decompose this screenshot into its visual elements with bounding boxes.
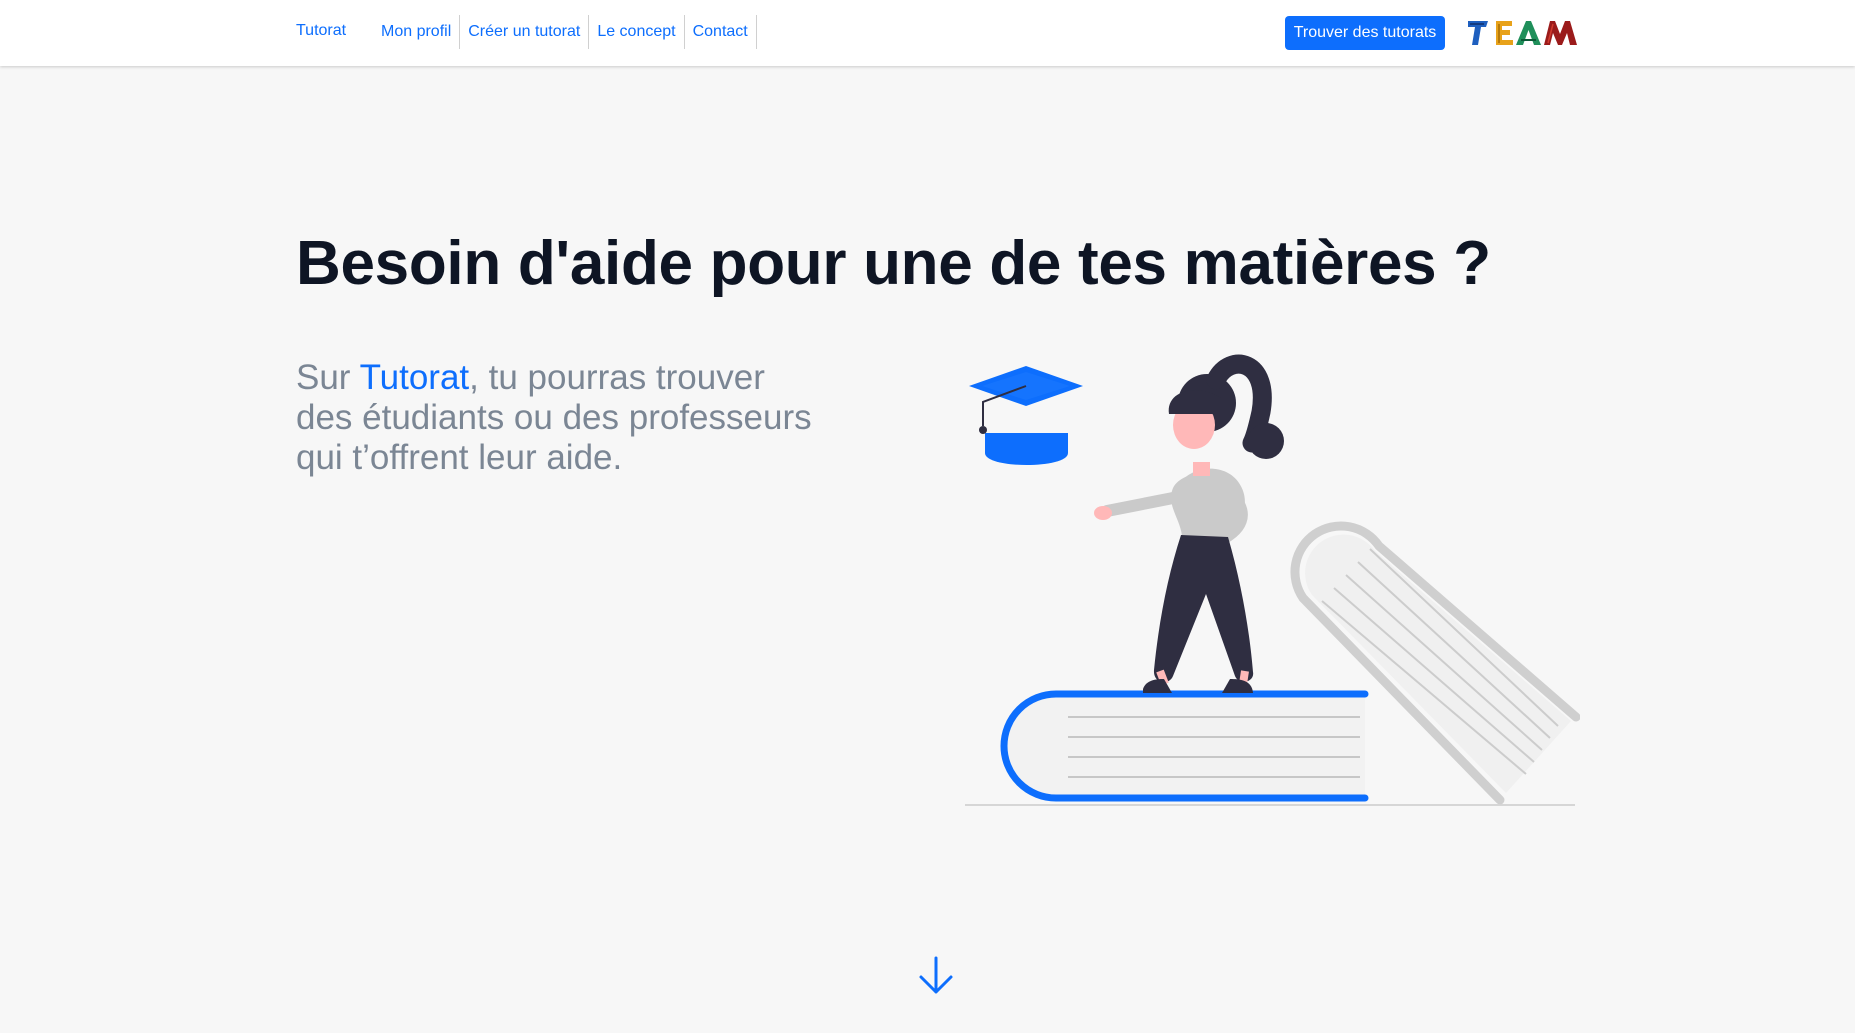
hero-text-brand: Tutorat bbox=[359, 358, 470, 397]
arrow-down-icon[interactable] bbox=[916, 955, 956, 997]
nav-link-le-concept[interactable]: Le concept bbox=[589, 15, 685, 49]
find-tutorats-button[interactable]: Trouver des tutorats bbox=[1285, 16, 1445, 50]
blue-book bbox=[1000, 690, 1369, 802]
graduation-cap-icon bbox=[969, 366, 1083, 465]
student-figure bbox=[1094, 354, 1284, 693]
hero-description: Sur Tutorat, tu pourras trouver des étud… bbox=[296, 358, 816, 478]
nav-link-creer-tutorat[interactable]: Créer un tutorat bbox=[460, 15, 590, 49]
nav-links: Mon profil Créer un tutorat Le concept C… bbox=[373, 15, 757, 49]
hero-title: Besoin d'aide pour une de tes matières ? bbox=[296, 229, 1491, 298]
hero-text-prefix: Sur bbox=[296, 358, 360, 397]
team-logo[interactable] bbox=[1466, 18, 1578, 48]
nav-link-mon-profil[interactable]: Mon profil bbox=[373, 15, 461, 49]
team-logo-letters bbox=[1468, 21, 1577, 45]
top-navbar: Tutorat Mon profil Créer un tutorat Le c… bbox=[0, 0, 1855, 66]
nav-link-contact[interactable]: Contact bbox=[685, 15, 757, 49]
brand-link[interactable]: Tutorat bbox=[296, 22, 346, 40]
student-on-books-illustration bbox=[965, 354, 1580, 806]
